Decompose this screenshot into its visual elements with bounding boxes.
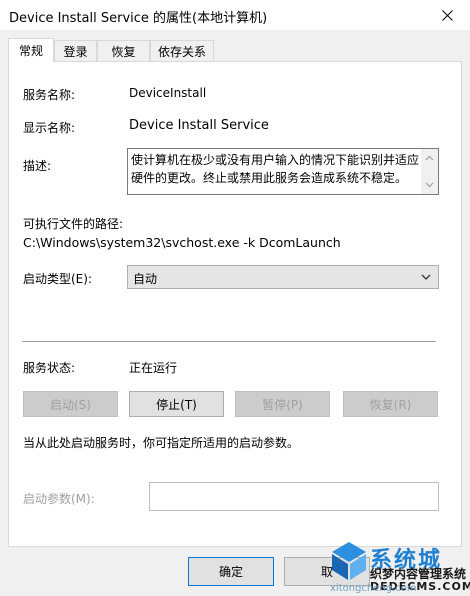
chevron-down-icon <box>421 274 431 280</box>
start-params-label: 启动参数(M): <box>23 492 95 506</box>
description-scrollbar[interactable] <box>421 149 438 194</box>
exe-path-label: 可执行文件的路径: <box>23 217 124 231</box>
display-name-value: Device Install Service <box>129 118 269 133</box>
scroll-down-icon[interactable] <box>425 182 434 188</box>
service-status-value: 正在运行 <box>129 361 178 375</box>
ok-button[interactable]: 确定 <box>188 557 274 586</box>
general-panel <box>8 61 462 547</box>
display-name-label: 显示名称: <box>23 121 76 135</box>
watermark-url: xitongcheng.com <box>330 583 417 594</box>
service-name-value: DeviceInstall <box>129 86 207 100</box>
tab-logon[interactable]: 登录 <box>54 40 97 61</box>
startup-type-value: 自动 <box>133 272 158 286</box>
start-button[interactable]: 启动(S) <box>23 391 118 417</box>
start-params-input[interactable] <box>149 482 439 511</box>
close-icon <box>441 9 453 21</box>
divider <box>22 341 436 342</box>
tab-general[interactable]: 常规 <box>8 38 54 62</box>
scroll-up-icon[interactable] <box>425 155 434 161</box>
window-title: Device Install Service 的属性(本地计算机) <box>9 11 268 26</box>
service-status-label: 服务状态: <box>23 361 76 375</box>
pause-button[interactable]: 暂停(P) <box>235 391 330 417</box>
resume-button[interactable]: 恢复(R) <box>343 391 438 417</box>
close-button[interactable] <box>424 0 470 30</box>
watermark-logo-icon <box>332 542 366 580</box>
startup-type-select[interactable]: 自动 <box>127 265 439 289</box>
description-label: 描述: <box>23 159 52 173</box>
startup-type-label: 启动类型(E): <box>23 272 92 286</box>
exe-path-value: C:\Windows\system32\svchost.exe -k DcomL… <box>23 235 341 250</box>
service-name-label: 服务名称: <box>23 88 76 102</box>
description-box[interactable]: 使计算机在极少或没有用户输入的情况下能识别并适应硬件的更改。终止或禁用此服务会造… <box>127 148 439 195</box>
tab-dependencies[interactable]: 依存关系 <box>150 40 214 61</box>
title-bar: Device Install Service 的属性(本地计算机) <box>0 0 470 30</box>
description-text: 使计算机在极少或没有用户输入的情况下能识别并适应硬件的更改。终止或禁用此服务会造… <box>131 153 420 185</box>
tab-recovery[interactable]: 恢复 <box>97 40 150 61</box>
start-params-hint: 当从此处启动服务时，你可指定所适用的启动参数。 <box>23 436 300 450</box>
stop-button[interactable]: 停止(T) <box>129 391 224 417</box>
